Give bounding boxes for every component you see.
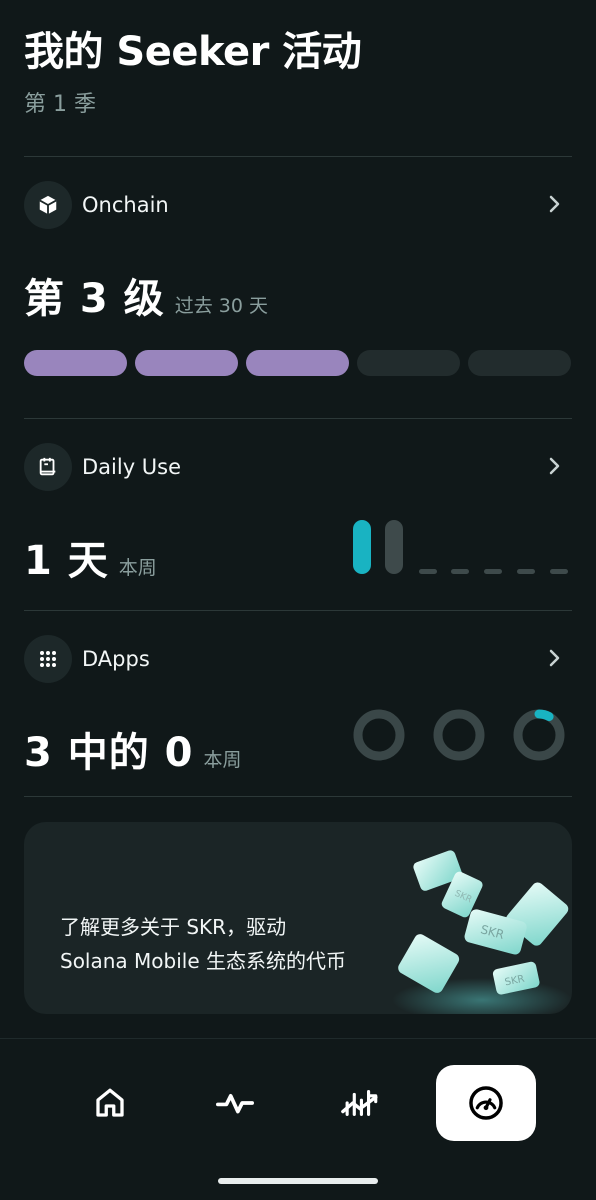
- day-bar: [385, 520, 403, 574]
- nav-dashboard-button[interactable]: [436, 1065, 536, 1141]
- skr-promo-banner[interactable]: 了解更多关于 SKR，驱动 Solana Mobile 生态系统的代币 SKR …: [24, 822, 572, 1014]
- dapps-value: 3 中的 0: [24, 730, 194, 776]
- day-bar: [550, 569, 568, 574]
- day-bar: [419, 569, 437, 574]
- dapps-card[interactable]: DApps 3 中的 0 本周: [24, 634, 572, 784]
- daily-use-value: 1 天: [24, 538, 109, 584]
- home-icon: [96, 1088, 124, 1117]
- chevron-right-icon[interactable]: [548, 193, 562, 215]
- level-bar-segment: [24, 350, 127, 376]
- chart-trend-icon: [341, 1090, 378, 1117]
- calendar-icon: [24, 443, 72, 491]
- dapps-period: 本周: [203, 749, 242, 771]
- divider: [24, 610, 572, 611]
- divider: [24, 418, 572, 419]
- nav-stats-button[interactable]: [310, 1065, 410, 1141]
- divider: [24, 796, 572, 797]
- gauge-icon: [469, 1086, 503, 1120]
- level-bar-segment: [135, 350, 238, 376]
- level-bar-segment: [468, 350, 571, 376]
- page-header: 我的 Seeker 活动 第 1 季: [24, 26, 362, 120]
- onchain-header[interactable]: Onchain: [24, 180, 572, 230]
- grid-dots-icon: [24, 635, 72, 683]
- cube-icon: [24, 181, 72, 229]
- nav-activity-button[interactable]: [185, 1065, 285, 1141]
- onchain-level-text: 第 3 级: [24, 276, 165, 322]
- level-bar-segment: [246, 350, 349, 376]
- onchain-period: 过去 30 天: [174, 295, 268, 317]
- dapps-value-row: 3 中的 0 本周: [24, 720, 242, 778]
- daily-use-value-row: 1 天 本周: [24, 528, 157, 586]
- onchain-label: Onchain: [82, 193, 169, 217]
- banner-line-2: Solana Mobile 生态系统的代币: [60, 949, 346, 973]
- dapp-progress-ring: [433, 709, 485, 761]
- day-bar: [517, 569, 535, 574]
- divider: [24, 156, 572, 157]
- dapps-label: DApps: [82, 647, 150, 671]
- day-bar: [353, 520, 371, 574]
- season-label: 第 1 季: [24, 92, 96, 117]
- onchain-level-row: 第 3 级 过去 30 天: [24, 266, 268, 324]
- onchain-card[interactable]: Onchain 第 3 级 过去 30 天: [24, 180, 572, 400]
- home-indicator[interactable]: [218, 1178, 378, 1184]
- nav-home-button[interactable]: [60, 1065, 160, 1141]
- pulse-icon: [216, 1094, 254, 1114]
- skr-tokens-illustration: SKR SKR SKR: [392, 850, 572, 1014]
- banner-line-1: 了解更多关于 SKR，驱动: [60, 915, 287, 939]
- daily-use-card[interactable]: Daily Use 1 天 本周: [24, 442, 572, 592]
- dapps-header[interactable]: DApps: [24, 634, 572, 684]
- chevron-right-icon[interactable]: [548, 647, 562, 669]
- day-bar: [451, 569, 469, 574]
- page-title: 我的 Seeker 活动: [24, 29, 362, 75]
- chevron-right-icon[interactable]: [548, 455, 562, 477]
- daily-use-week-chart: [353, 520, 568, 574]
- daily-use-label: Daily Use: [82, 455, 182, 479]
- banner-text: 了解更多关于 SKR，驱动 Solana Mobile 生态系统的代币: [60, 910, 346, 978]
- dapp-progress-rings: [352, 708, 566, 762]
- bottom-navigation: [0, 1038, 596, 1164]
- dapp-progress-ring: [353, 709, 405, 761]
- level-progress-bars: [24, 350, 571, 376]
- day-bar: [484, 569, 502, 574]
- dapp-progress-ring: [513, 709, 565, 761]
- seeker-activity-screen: 我的 Seeker 活动 第 1 季 Onchain 第 3 级 过去 30 天: [0, 0, 596, 1200]
- level-bar-segment: [357, 350, 460, 376]
- daily-use-header[interactable]: Daily Use: [24, 442, 572, 492]
- daily-use-period: 本周: [118, 557, 157, 579]
